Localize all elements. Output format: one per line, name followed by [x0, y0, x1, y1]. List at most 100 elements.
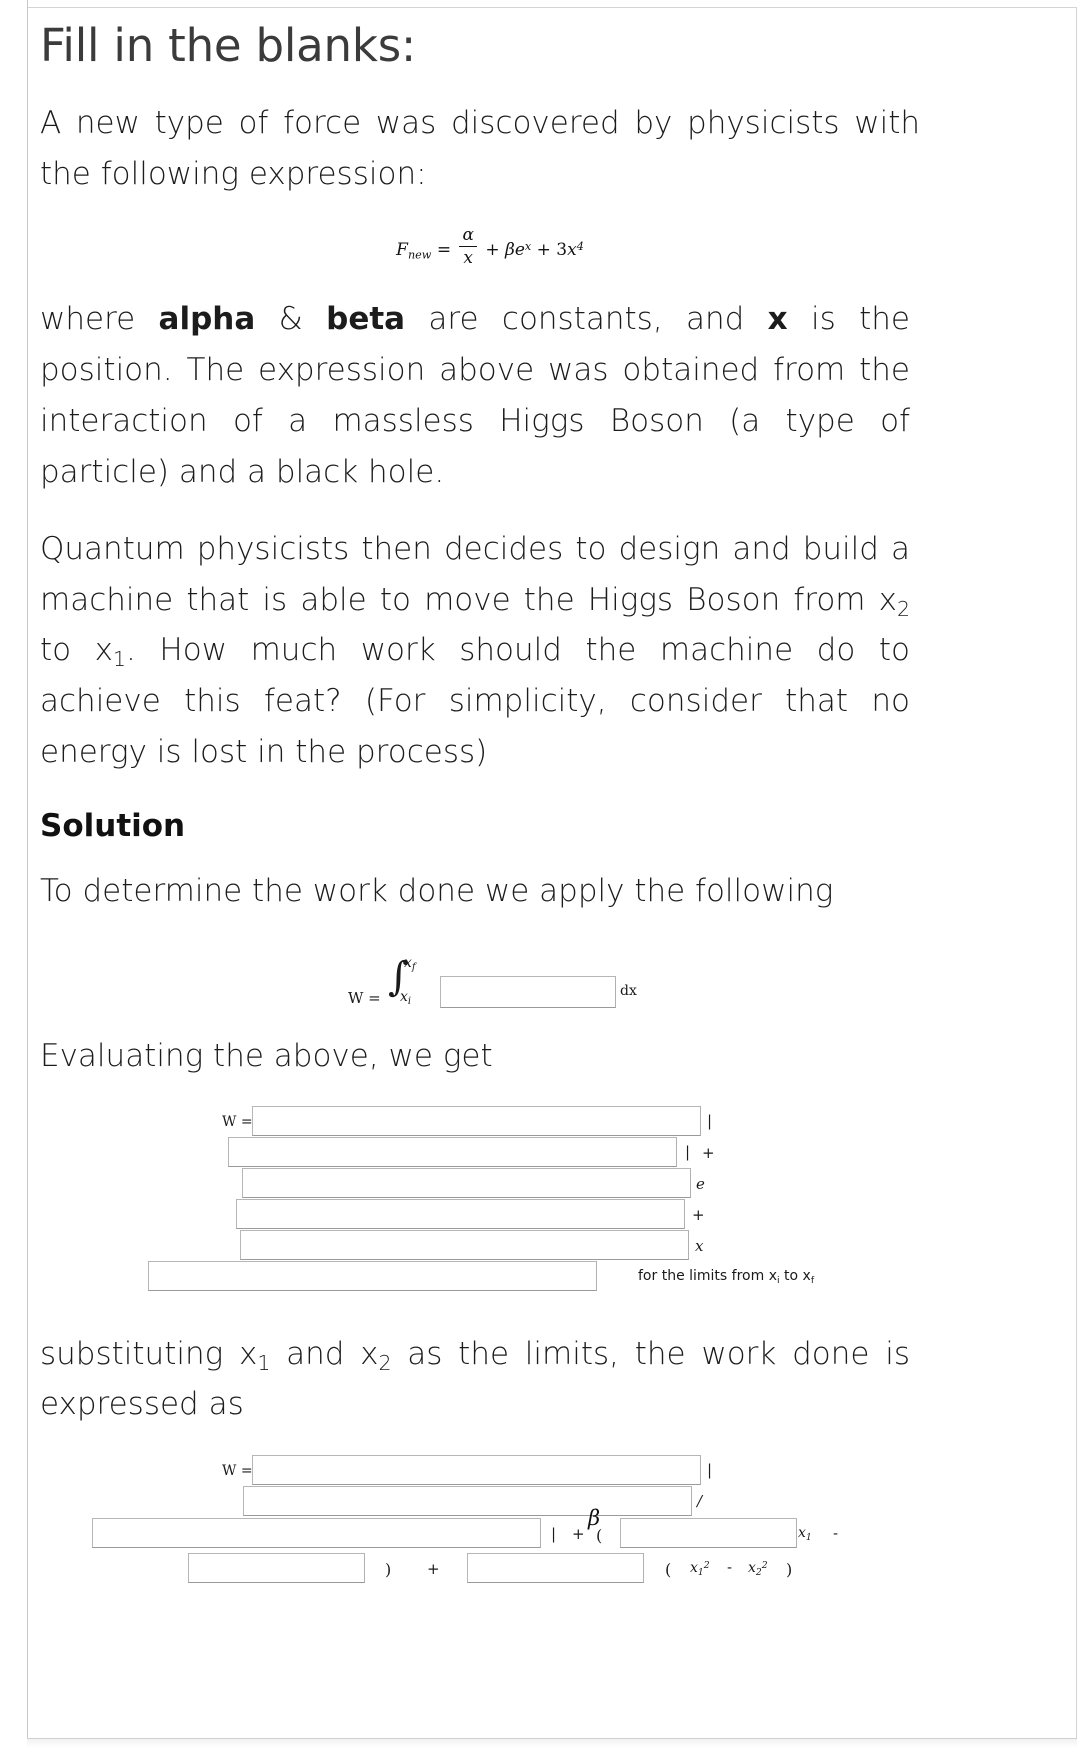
quantum-suffix: . How much work should the machine do to… [40, 632, 910, 771]
page-title: Fill in the blanks: [40, 19, 416, 72]
final-x1-term: x1 [798, 1525, 812, 1543]
quantum-subscript-1: 1 [113, 647, 127, 672]
eval-plus-1: + [702, 1143, 715, 1162]
where-prefix: where [40, 301, 159, 338]
integral-dx-label: dx [620, 982, 637, 999]
beta-keyword: beta [326, 301, 406, 338]
eval-blank-2[interactable] [228, 1136, 677, 1167]
force-fraction-numerator: α [462, 225, 474, 246]
final-term-1: x12 [690, 1560, 710, 1577]
page-right-rule [1076, 7, 1077, 1739]
eval-bar-2: | [685, 1142, 691, 1161]
eval-blank-5[interactable] [240, 1229, 689, 1260]
final-w-label: W = [222, 1463, 253, 1480]
solution-heading: Solution [40, 807, 186, 844]
integral-expression-row: W = ∫ xf xi dx [40, 947, 940, 1019]
final-term-1-base: x [690, 1560, 698, 1577]
integral-upper-limit: xf [404, 954, 416, 973]
substituting-middle: and x [270, 1335, 379, 1372]
eval-blank-3[interactable] [242, 1167, 691, 1198]
force-e: e [514, 240, 525, 261]
substituting-paragraph: substituting x1 and x2 as the limits, th… [40, 1329, 910, 1431]
where-ampersand: & [255, 301, 327, 338]
force-equals: = [436, 240, 452, 261]
final-bar-1: | [707, 1461, 713, 1480]
integral-lower-limit: xi [400, 988, 412, 1007]
force-fraction-bar [459, 246, 477, 248]
where-paragraph: where alpha & beta are constants, and x … [40, 294, 910, 497]
eval-w-label: W = [222, 1113, 253, 1130]
final-blank-3[interactable] [92, 1518, 541, 1549]
integral-lower-limit-sub: i [407, 995, 412, 1007]
final-paren-close-2: ) [786, 1560, 793, 1580]
force-plus-1: + [485, 240, 500, 261]
integral-integrand-blank[interactable] [440, 975, 616, 1008]
final-minus-2: - [727, 1560, 733, 1577]
force-fraction: α x [459, 225, 477, 269]
quantum-prefix: Quantum physicists then decides to desig… [40, 530, 910, 618]
final-blank-5[interactable] [188, 1553, 365, 1584]
alpha-keyword: alpha [158, 301, 256, 338]
evaluating-paragraph: Evaluating the above, we get [40, 1037, 493, 1074]
integral-upper-limit-base: x [404, 954, 412, 971]
force-plus-2: + [536, 240, 551, 261]
eval-blank-4[interactable] [236, 1198, 685, 1229]
final-term-2: x22 [748, 1560, 768, 1577]
final-blank-6[interactable] [467, 1553, 644, 1584]
force-variable-exponent: 4 [576, 240, 584, 254]
eval-blank-1[interactable] [252, 1105, 701, 1136]
final-term-2-exponent: 2 [761, 1560, 768, 1572]
where-middle: are constants, and [405, 301, 768, 338]
substituting-sub-2: 2 [378, 1350, 392, 1375]
force-e-exponent: x [524, 240, 532, 254]
final-paren-close-1: ) [385, 1560, 392, 1580]
intro-paragraph: A new type of force was discovered by ph… [40, 98, 920, 200]
final-blank-4[interactable] [620, 1518, 797, 1549]
final-blank-2[interactable] [243, 1486, 692, 1517]
substituting-prefix: substituting x [40, 1335, 258, 1372]
final-blank-1[interactable] [252, 1455, 701, 1486]
final-paren-open-2: ( [665, 1560, 672, 1580]
final-term-1-exponent: 2 [703, 1560, 710, 1572]
evaluating-blanks-block: W = | | + e + x for the limits from xi t… [40, 1105, 940, 1301]
apply-paragraph: To determine the work done we apply the … [40, 872, 834, 909]
x-keyword: x [767, 301, 788, 338]
eval-limits-note-sub-f: f [810, 1274, 815, 1286]
document-content: Fill in the blanks: A new type of force … [40, 0, 1060, 1612]
quantum-subscript-2: 2 [896, 596, 910, 621]
final-x1-subscript: 1 [805, 1531, 812, 1543]
final-bar-2: | [551, 1525, 557, 1544]
page-bottom-shadow [27, 1739, 1077, 1748]
integral-w-label: W = [348, 988, 381, 1007]
intro-line-2: the following expression: [40, 155, 427, 192]
eval-x-symbol: x [695, 1236, 704, 1255]
document-page: Fill in the blanks: A new type of force … [0, 0, 1080, 1752]
force-lhs-subscript: new [407, 248, 432, 262]
substituting-sub-1: 1 [257, 1350, 271, 1375]
integral-upper-limit-sub: f [411, 961, 416, 973]
final-expression-block: W = | / | + β ( x1 - ) + ( x12 - x22 ) [0, 1452, 1000, 1612]
quantum-middle: to x [40, 632, 114, 669]
eval-bar-1: | [707, 1111, 713, 1130]
quantum-paragraph: Quantum physicists then decides to desig… [40, 524, 910, 778]
final-minus-1: - [833, 1526, 839, 1543]
eval-blank-6[interactable] [148, 1260, 597, 1291]
eval-limits-note-prefix: for the limits from x [638, 1267, 777, 1284]
force-fraction-denominator: x [463, 248, 473, 269]
final-plus-1: + [572, 1525, 585, 1544]
eval-e-symbol: e [696, 1174, 705, 1193]
final-plus-2: + [427, 1560, 440, 1579]
final-term-2-base: x [748, 1560, 756, 1577]
intro-line-1: A new type of force was discovered by ph… [40, 104, 920, 141]
final-paren-open-1: ( [596, 1526, 603, 1546]
force-coefficient: 3 [556, 240, 568, 261]
force-beta: β [505, 240, 515, 261]
force-equation: Fnew = α x + βex + 3x4 [40, 225, 940, 268]
integral-lower-limit-base: x [400, 988, 408, 1005]
final-x1-base: x [798, 1525, 806, 1542]
eval-plus-2: + [692, 1205, 705, 1224]
force-lhs-symbol: F [396, 240, 408, 261]
force-equation-lhs: Fnew [396, 240, 431, 260]
final-slash: / [697, 1492, 703, 1511]
eval-limits-note: for the limits from xi to xf [638, 1267, 815, 1286]
